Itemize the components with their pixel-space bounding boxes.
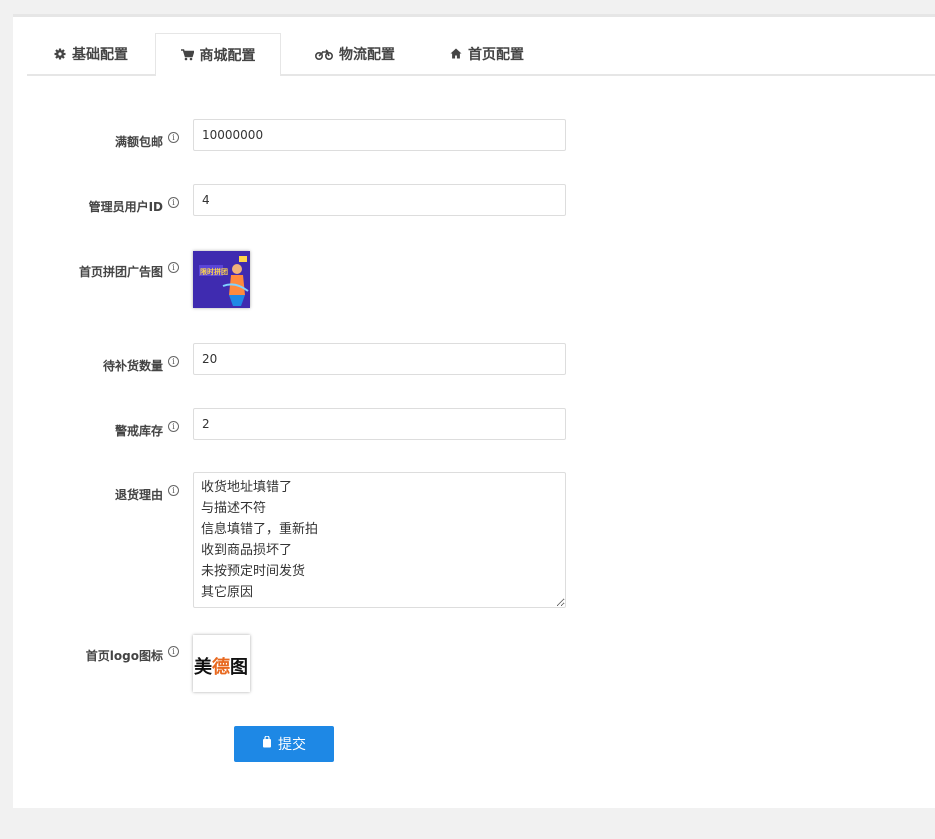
submit-label: 提交 xyxy=(278,737,306,753)
bag-icon xyxy=(262,735,272,752)
admin-user-id-input[interactable] xyxy=(193,184,566,216)
tab-label: 首页配置 xyxy=(468,46,524,63)
config-panel: 基础配置 商城配置 物流配置 首页配置 满额包邮 i 10000000 管理员用… xyxy=(13,14,935,808)
alert-stock-label: 警戒库存 xyxy=(114,424,163,438)
restock-quantity-label: 待补货数量 xyxy=(102,359,163,373)
group-ad-thumbnail[interactable]: 限时拼团 xyxy=(193,251,250,308)
home-icon xyxy=(450,48,462,59)
admin-user-id-label: 管理员用户ID xyxy=(88,200,163,214)
gear-icon xyxy=(54,48,66,60)
home-logo-label: 首页logo图标 xyxy=(85,649,163,663)
tab-bar: 基础配置 商城配置 物流配置 首页配置 xyxy=(27,33,935,76)
svg-text:美: 美 xyxy=(194,656,212,678)
cart-icon xyxy=(180,49,194,61)
return-reasons-label: 退货理由 xyxy=(114,488,163,502)
svg-text:图: 图 xyxy=(230,657,248,678)
group-ad-image-label: 首页拼团广告图 xyxy=(78,265,163,279)
tab-home-config[interactable]: 首页配置 xyxy=(427,33,547,74)
info-icon[interactable]: i xyxy=(168,356,179,367)
svg-text:德: 德 xyxy=(212,656,230,678)
return-reasons-textarea[interactable]: 收货地址填错了 与描述不符 信息填错了，重新拍 收到商品损坏了 未按预定时间发货… xyxy=(193,472,566,608)
info-icon[interactable]: i xyxy=(168,646,179,657)
tab-label: 物流配置 xyxy=(339,46,395,63)
tab-mall-config[interactable]: 商城配置 xyxy=(155,33,281,76)
info-icon[interactable]: i xyxy=(168,485,179,496)
free-shipping-label: 满额包邮 xyxy=(114,135,163,149)
info-icon[interactable]: i xyxy=(168,262,179,273)
tab-basic-config[interactable]: 基础配置 xyxy=(27,33,155,74)
info-icon[interactable]: i xyxy=(168,132,179,143)
restock-quantity-input[interactable] xyxy=(193,343,566,375)
svg-text:限时拼团: 限时拼团 xyxy=(200,267,228,276)
tab-label: 基础配置 xyxy=(72,46,128,63)
tab-label: 商城配置 xyxy=(199,48,256,64)
submit-button[interactable]: 提交 xyxy=(234,726,334,762)
motorcycle-icon xyxy=(315,48,333,60)
free-shipping-input[interactable] xyxy=(193,119,566,151)
alert-stock-input[interactable] xyxy=(193,408,566,440)
tab-logistics-config[interactable]: 物流配置 xyxy=(295,33,415,74)
home-logo-thumbnail[interactable]: 美 德 图 xyxy=(193,635,250,692)
info-icon[interactable]: i xyxy=(168,421,179,432)
info-icon[interactable]: i xyxy=(168,197,179,208)
